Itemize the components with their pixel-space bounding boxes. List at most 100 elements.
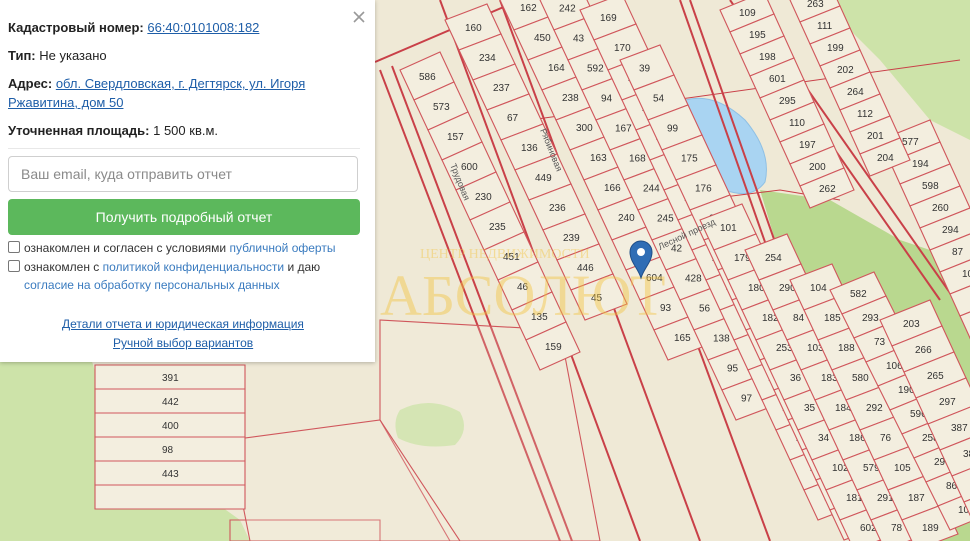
parcel-number-label: 99 bbox=[667, 124, 679, 135]
cadastral-label: Кадастровый номер: bbox=[8, 20, 144, 35]
parcel-number-label: 235 bbox=[489, 222, 506, 233]
parcel-number-label: 388 bbox=[963, 449, 970, 460]
parcel-number-label: 294 bbox=[942, 225, 959, 236]
parcel-number-label: 163 bbox=[590, 153, 607, 164]
parcel-number-label: 245 bbox=[657, 214, 674, 225]
parcel-number-label: 297 bbox=[939, 397, 956, 408]
type-row: Тип: Не указано bbox=[8, 46, 107, 65]
privacy-consent-text: ознакомлен с bbox=[24, 260, 100, 274]
parcel-number-label: 169 bbox=[600, 13, 617, 24]
parcel-number-label: 166 bbox=[604, 183, 621, 194]
parcel-number-label: 67 bbox=[507, 113, 519, 124]
offer-consent-checkbox[interactable] bbox=[8, 241, 20, 253]
parcel-number-label: 95 bbox=[727, 364, 739, 375]
parcel-number-label: 387 bbox=[951, 423, 968, 434]
parcel-number-label: 105 bbox=[894, 463, 911, 474]
watermark-subtitle: ЦЕНТР НЕДВИЖИМОСТИ bbox=[420, 247, 590, 262]
parcel-number-label: 577 bbox=[902, 137, 919, 148]
parcel-number-label: 104 bbox=[810, 283, 827, 294]
parcel-number-label: 237 bbox=[493, 83, 510, 94]
parcel-number-label: 391 bbox=[162, 373, 179, 384]
parcel-number-label: 265 bbox=[927, 371, 944, 382]
parcel-number-label: 111 bbox=[817, 21, 833, 32]
parcel-number-label: 203 bbox=[903, 319, 920, 330]
type-label: Тип: bbox=[8, 48, 36, 63]
parcel-number-label: 592 bbox=[587, 64, 604, 75]
manual-selection-link[interactable]: Ручной выбор вариантов bbox=[113, 336, 253, 350]
parcel-number-label: 78 bbox=[891, 523, 903, 534]
parcel-number-label: 263 bbox=[807, 0, 824, 10]
watermark-title: АБСОЛЮТ bbox=[380, 263, 665, 328]
parcel-number-label: 56 bbox=[699, 304, 711, 315]
privacy-consent-row: ознакомлен с политикой конфиденциальност… bbox=[8, 258, 348, 294]
parcel-number-label: 262 bbox=[819, 184, 836, 195]
parcel-number-label: 428 bbox=[685, 274, 702, 285]
parcel-number-label: 187 bbox=[908, 493, 925, 504]
address-row: Адрес: обл. Свердловская, г. Дегтярск, у… bbox=[8, 74, 358, 112]
parcel-number-label: 199 bbox=[827, 43, 844, 54]
area-row: Уточненная площадь: 1 500 кв.м. bbox=[8, 121, 218, 140]
parcel-number-label: 73 bbox=[874, 337, 886, 348]
parcel-number-label: 188 bbox=[838, 343, 855, 354]
privacy-consent-checkbox[interactable] bbox=[8, 260, 20, 272]
data-processing-link[interactable]: согласие на обработку персональных данны… bbox=[24, 278, 280, 292]
parcel-number-label: 236 bbox=[549, 203, 566, 214]
get-report-button[interactable]: Получить подробный отчет bbox=[8, 199, 360, 235]
area-label: Уточненная площадь: bbox=[8, 123, 150, 138]
parcel-info-panel: Кадастровый номер: 66:40:0101008:182 Тип… bbox=[0, 0, 375, 362]
parcel-number-label: 164 bbox=[548, 63, 565, 74]
public-offer-link[interactable]: публичной оферты bbox=[229, 241, 335, 255]
parcel-number-label: 112 bbox=[857, 109, 873, 120]
parcel-number-label: 238 bbox=[562, 93, 579, 104]
parcel-number-label: 136 bbox=[521, 143, 538, 154]
parcel-number-label: 108 bbox=[962, 269, 970, 280]
parcel-number-label: 586 bbox=[419, 72, 436, 83]
parcel-number-label: 34 bbox=[818, 433, 830, 444]
parcel-number-label: 101 bbox=[720, 223, 737, 234]
report-details-link[interactable]: Детали отчета и юридическая информация bbox=[62, 317, 304, 331]
parcel-number-label: 36 bbox=[790, 373, 802, 384]
parcel-number-label: 242 bbox=[559, 4, 576, 15]
parcel-number-label: 138 bbox=[713, 334, 730, 345]
parcel-number-label: 580 bbox=[852, 373, 869, 384]
parcel-number-label: 240 bbox=[618, 213, 635, 224]
parcel-number-label: 400 bbox=[162, 421, 179, 432]
email-input[interactable] bbox=[8, 156, 358, 192]
offer-consent-text: ознакомлен и согласен с условиями bbox=[24, 241, 227, 255]
parcel-number-label: 162 bbox=[520, 3, 537, 14]
parcel-number-label: 201 bbox=[867, 131, 884, 142]
parcel-number-label: 239 bbox=[563, 233, 580, 244]
area-value: 1 500 кв.м. bbox=[153, 123, 219, 138]
parcel-number-label: 197 bbox=[799, 140, 816, 151]
cadastral-number-link[interactable]: 66:40:0101008:182 bbox=[147, 20, 259, 35]
parcel-number-label: 165 bbox=[674, 333, 691, 344]
parcel-number-label: 87 bbox=[952, 247, 964, 258]
divider bbox=[8, 148, 360, 149]
parcel-plot[interactable] bbox=[94, 484, 246, 510]
parcel-number-label: 295 bbox=[779, 96, 796, 107]
parcel-number-label: 98 bbox=[162, 445, 174, 456]
parcel-number-label: 43 bbox=[573, 34, 585, 45]
parcel-number-label: 200 bbox=[809, 162, 826, 173]
parcel-number-label: 300 bbox=[576, 123, 593, 134]
address-link-line2[interactable]: Ржавитина, дом 50 bbox=[8, 95, 123, 110]
parcel-number-label: 35 bbox=[804, 403, 816, 414]
parcel-number-label: 110 bbox=[789, 118, 805, 129]
parcel-number-label: 449 bbox=[535, 173, 552, 184]
type-value: Не указано bbox=[39, 48, 107, 63]
close-icon[interactable] bbox=[351, 9, 367, 25]
parcel-number-label: 202 bbox=[837, 65, 854, 76]
parcel-number-label: 443 bbox=[162, 469, 179, 480]
parcel-number-label: 189 bbox=[922, 523, 939, 534]
address-link-line1[interactable]: обл. Свердловская, г. Дегтярск, ул. Игор… bbox=[56, 76, 305, 91]
cadastral-number-row: Кадастровый номер: 66:40:0101008:182 bbox=[8, 18, 259, 37]
parcel-number-label: 168 bbox=[629, 154, 646, 165]
parcel-number-label: 39 bbox=[639, 64, 651, 75]
parcel-number-label: 160 bbox=[465, 23, 482, 34]
parcel-number-label: 601 bbox=[769, 74, 786, 85]
parcel-number-label: 598 bbox=[922, 181, 939, 192]
parcel-number-label: 204 bbox=[877, 153, 894, 164]
offer-consent-row: ознакомлен и согласен с условиями публич… bbox=[8, 239, 335, 257]
privacy-policy-link[interactable]: политикой конфиденциальности bbox=[103, 260, 284, 274]
privacy-consent-mid: и даю bbox=[287, 260, 321, 274]
